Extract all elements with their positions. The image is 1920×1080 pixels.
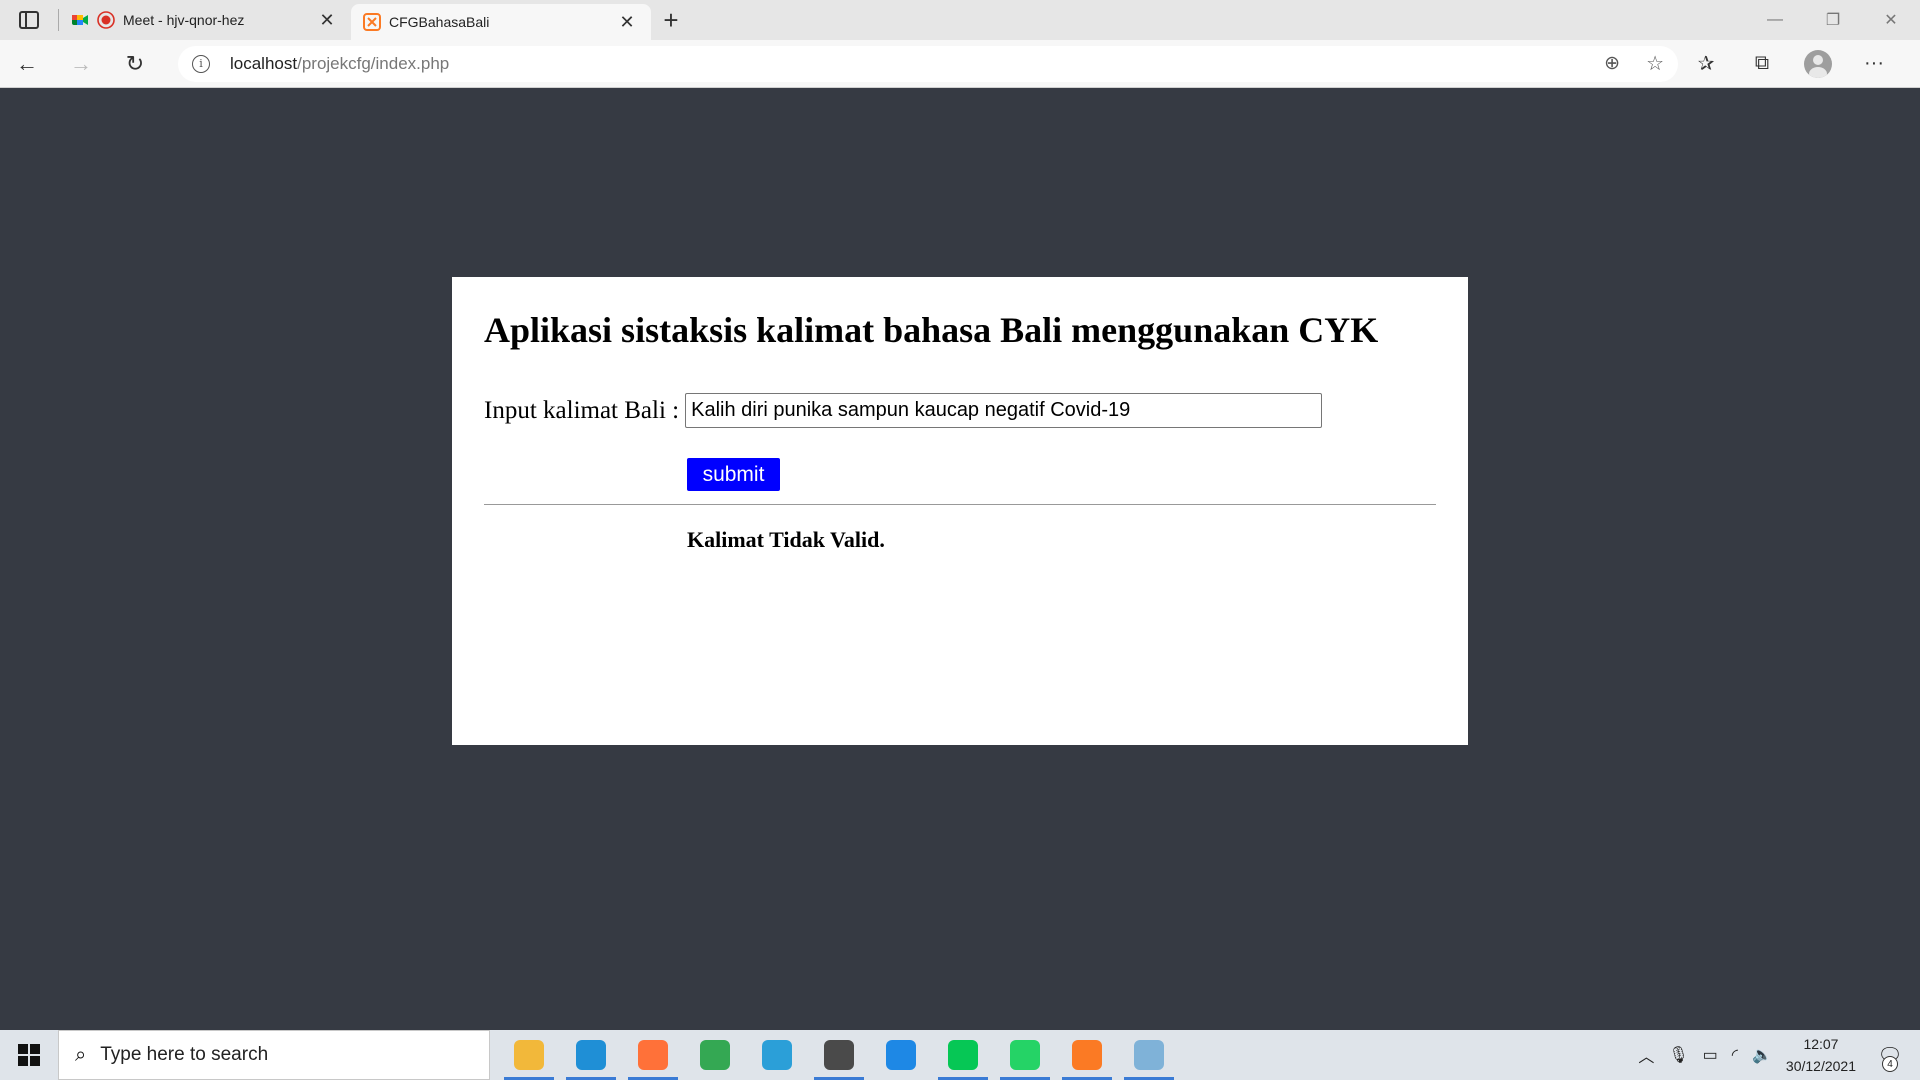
avatar [1804,49,1832,78]
taskbar-search[interactable]: ⌕ Type here to search [58,1030,490,1080]
search-icon: ⌕ [75,1043,87,1066]
window-close-icon[interactable]: ✕ [1862,0,1920,40]
forward-button[interactable]: → [54,40,108,88]
wifi-icon[interactable]: ◜ [1732,1045,1738,1065]
zoom-icon[interactable]: ⊕ [1604,52,1620,75]
sentence-input[interactable] [685,393,1323,428]
start-button[interactable] [0,1030,58,1080]
taskbar-app[interactable] [622,1030,684,1080]
microphone-icon[interactable]: 🎙 [1668,1045,1688,1065]
minimize-icon[interactable]: — [1746,0,1804,40]
vscode-icon [886,1040,916,1070]
taskbar-app[interactable] [1056,1030,1118,1080]
divider [484,504,1436,505]
taskbar-app[interactable] [808,1030,870,1080]
notification-badge: 4 [1882,1056,1898,1072]
line-icon [948,1040,978,1070]
url-path: /projekcfg/index.php [297,53,450,73]
restore-icon[interactable]: ❐ [1804,0,1862,40]
clock[interactable]: 12:07 30/12/2021 [1786,1033,1856,1077]
close-tab-icon[interactable]: ✕ [615,10,639,34]
close-tab-icon[interactable]: ✕ [315,8,339,32]
taskbar: ⌕ Type here to search ︿ 🎙 ▭ ◜ 🔈 12:07 30… [0,1030,1920,1080]
tab-cfgbahasabali[interactable]: CFGBahasaBali ✕ [351,4,651,40]
page-viewport: Aplikasi sistaksis kalimat bahasa Bali m… [0,89,1920,1030]
more-menu-icon[interactable]: ··· [1846,40,1902,88]
taskbar-apps [498,1030,1180,1080]
forward-arrow-icon: → [70,50,92,76]
sublime-text-icon [824,1040,854,1070]
taskbar-app[interactable] [1118,1030,1180,1080]
new-tab-button[interactable]: + [651,0,691,40]
notepad-icon [1134,1040,1164,1070]
tab-actions-icon [19,11,39,29]
search-placeholder: Type here to search [100,1044,269,1065]
clock-date: 30/12/2021 [1785,1058,1856,1074]
back-button[interactable]: ← [0,40,54,88]
system-tray: ︿ 🎙 ▭ ◜ 🔈 12:07 30/12/2021 🗨 4 [1638,1030,1920,1080]
taskbar-app[interactable] [994,1030,1056,1080]
taskbar-app[interactable] [560,1030,622,1080]
main-card: Aplikasi sistaksis kalimat bahasa Bali m… [452,277,1468,745]
taskbar-app[interactable] [498,1030,560,1080]
submit-button[interactable]: submit [687,458,780,491]
taskbar-app[interactable] [870,1030,932,1080]
refresh-button[interactable]: ↻ [108,40,162,88]
browser-tab-strip: Meet - hjv-qnor-hez ✕ CFGBahasaBali ✕ + … [0,0,1920,40]
favorites-icon[interactable]: ✰ [1678,40,1734,88]
browser-toolbar: ← → ↻ i localhost/projekcfg/index.php ⊕ … [0,40,1920,88]
taskbar-app[interactable] [932,1030,994,1080]
add-favorite-icon[interactable]: ☆ [1646,51,1664,76]
volume-icon[interactable]: 🔈 [1752,1045,1772,1065]
recording-icon [97,11,115,29]
window-controls: — ❐ ✕ [1746,0,1920,40]
chevron-up-icon[interactable]: ︿ [1638,1043,1654,1067]
firefox-icon [638,1040,668,1070]
address-bar[interactable]: i localhost/projekcfg/index.php ⊕ ☆ [178,45,1678,82]
back-arrow-icon: ← [16,50,38,76]
page-title: Aplikasi sistaksis kalimat bahasa Bali m… [484,310,1379,350]
xampp-icon [363,13,381,31]
notification-center-button[interactable]: 🗨 4 [1874,1030,1920,1080]
whatsapp-icon [1010,1040,1040,1070]
battery-icon[interactable]: ▭ [1703,1045,1718,1065]
camera-app-icon [762,1040,792,1070]
windows-logo-icon [18,1044,40,1066]
clock-time: 12:07 [1803,1036,1839,1052]
tab-actions-button[interactable] [0,0,58,40]
input-row: Input kalimat Bali : [484,393,1436,428]
edge-icon [576,1040,606,1070]
taskbar-app[interactable] [746,1030,808,1080]
tab-meet[interactable]: Meet - hjv-qnor-hez ✕ [59,0,351,40]
xampp-icon [1072,1040,1102,1070]
profile-button[interactable] [1790,40,1846,88]
result-text: Kalimat Tidak Valid. [687,527,885,552]
file-explorer-icon [514,1040,544,1070]
url-host: localhost [230,53,298,73]
site-info-icon[interactable]: i [192,54,210,73]
tab-title: Meet - hjv-qnor-hez [123,12,245,28]
taskbar-app[interactable] [684,1030,746,1080]
refresh-icon: ↻ [125,50,145,76]
collections-icon[interactable]: ⧉ [1734,40,1790,88]
google-meet-icon [72,15,88,25]
tab-title: CFGBahasaBali [389,14,490,30]
chrome-icon [700,1040,730,1070]
input-label: Input kalimat Bali : [484,396,680,424]
